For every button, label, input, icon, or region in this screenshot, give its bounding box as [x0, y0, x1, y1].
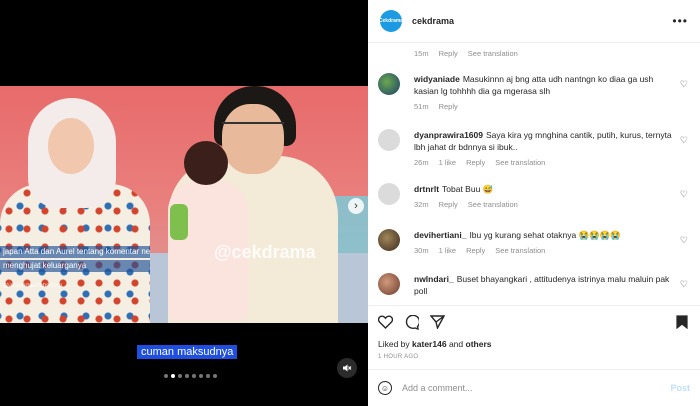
heart-icon[interactable]: ♡	[680, 279, 688, 290]
liked-by-user[interactable]: kater146	[412, 339, 447, 349]
heart-icon[interactable]: ♡	[680, 189, 688, 200]
likes-summary: Liked by kater146 and others	[378, 339, 491, 349]
muted-speaker-icon[interactable]	[337, 358, 357, 378]
carousel-dot	[185, 374, 189, 378]
video-overlay-caption: japan Atta dan Aurel tentang komentar ne…	[0, 246, 150, 292]
carousel-dot	[192, 374, 196, 378]
translation-link[interactable]: See translation	[495, 246, 545, 255]
comment-meta: 15m Reply See translation	[414, 49, 518, 58]
like-count[interactable]: 1 like	[439, 158, 457, 167]
account-avatar[interactable]: Cekdrama	[379, 10, 403, 32]
post-timestamp: 1 HOUR AGO	[378, 354, 419, 360]
comment-username[interactable]: widyaniade	[414, 74, 460, 84]
comment-meta: 32m Reply See translation	[414, 200, 674, 209]
carousel-dot	[178, 374, 182, 378]
commenter-avatar[interactable]	[378, 129, 400, 151]
add-comment-bar: ☺ Post	[368, 369, 700, 406]
comment-meta: 30m 1 like Reply See translation	[414, 246, 674, 255]
chevron-right-icon[interactable]: ›	[348, 198, 364, 214]
post-actions	[368, 305, 700, 337]
watermark: @cekdrama	[214, 242, 316, 262]
translation-link[interactable]: See translation	[468, 200, 518, 209]
comment-input[interactable]	[402, 383, 642, 393]
heart-icon[interactable]	[377, 315, 394, 331]
heart-icon[interactable]: ♡	[680, 135, 688, 146]
commenter-avatar[interactable]	[378, 183, 400, 205]
likes-mid: and	[448, 339, 464, 349]
man-glasses	[222, 122, 284, 134]
likes-others[interactable]: others	[466, 339, 492, 349]
carousel-indicator	[164, 374, 217, 378]
woman-face	[48, 118, 94, 174]
reply-link[interactable]: Reply	[439, 200, 458, 209]
overlay-caption-line: japan Atta dan Aurel tentang komentar ne…	[0, 246, 150, 258]
post-header: Cekdrama cekdrama •••	[368, 0, 700, 43]
comment-time: 26m	[414, 158, 429, 167]
reply-link[interactable]: Reply	[466, 158, 485, 167]
comments-list: 15m Reply See translation widyaniade Masu…	[368, 43, 700, 305]
post-side-panel: Cekdrama cekdrama ••• 15m Reply See tran…	[368, 0, 700, 406]
reply-link[interactable]: Reply	[466, 246, 485, 255]
comment-text: Ibu yg kurang sehat otaknya 😭😭😭😭	[469, 230, 621, 240]
video-subtitle: cuman maksudnya	[137, 345, 238, 359]
comment-time: 15m	[414, 49, 429, 58]
commenter-avatar[interactable]	[378, 273, 400, 295]
carousel-dot	[206, 374, 210, 378]
commenter-avatar[interactable]	[378, 73, 400, 95]
carousel-dot-active	[171, 374, 175, 378]
account-username[interactable]: cekdrama	[412, 16, 454, 26]
likes-prefix: Liked by	[378, 339, 410, 349]
bookmark-icon[interactable]	[676, 315, 688, 331]
commenter-avatar[interactable]	[378, 229, 400, 251]
send-icon[interactable]	[429, 315, 446, 331]
post-media: japan Atta dan Aurel tentang komentar ne…	[0, 0, 368, 406]
like-count[interactable]: 1 like	[439, 246, 457, 255]
reply-link[interactable]: Reply	[439, 102, 458, 111]
emoji-icon[interactable]: ☺	[378, 381, 392, 395]
heart-icon[interactable]: ♡	[680, 235, 688, 246]
comment-icon[interactable]	[404, 314, 421, 332]
comment-meta: 51m Reply	[414, 102, 674, 111]
comment-username[interactable]: devihertiani_	[414, 230, 466, 240]
overlay-credit: @abyandaurrahsicorp	[3, 283, 63, 289]
child-head	[184, 141, 228, 185]
video-frame[interactable]: japan Atta dan Aurel tentang komentar ne…	[0, 86, 368, 323]
overlay-caption-line: menghujat keluarganya	[0, 260, 150, 272]
comment-time: 30m	[414, 246, 429, 255]
comment-username[interactable]: drtnrlt	[414, 184, 439, 194]
comment-time: 32m	[414, 200, 429, 209]
carousel-dot	[164, 374, 168, 378]
man-face	[222, 104, 284, 174]
more-horizontal-icon[interactable]: •••	[672, 14, 688, 28]
translation-link[interactable]: See translation	[468, 49, 518, 58]
heart-icon[interactable]: ♡	[680, 79, 688, 90]
bottle	[170, 204, 188, 240]
comment-meta: 26m 1 like Reply See translation	[414, 158, 674, 167]
translation-link[interactable]: See translation	[495, 158, 545, 167]
comment-username[interactable]: dyanprawira1609	[414, 130, 483, 140]
comment-text: Tobat Buu 😅	[442, 184, 494, 194]
carousel-dot	[199, 374, 203, 378]
post-comment-button[interactable]: Post	[670, 383, 690, 393]
comment-username[interactable]: nwlndari_	[414, 274, 454, 284]
comment-time: 51m	[414, 102, 429, 111]
reply-link[interactable]: Reply	[439, 49, 458, 58]
carousel-dot	[213, 374, 217, 378]
